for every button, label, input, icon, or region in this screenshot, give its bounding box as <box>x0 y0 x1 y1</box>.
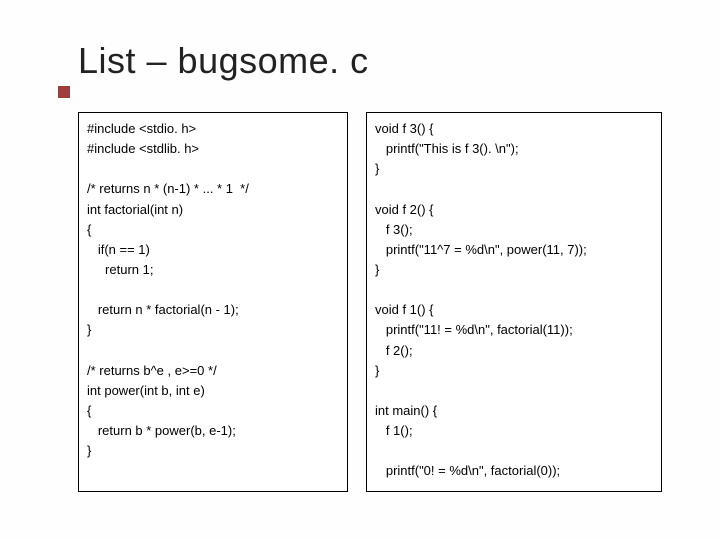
slide: List – bugsome. c #include <stdio. h> #i… <box>0 0 720 540</box>
accent-square-icon <box>58 86 70 98</box>
page-title: List – bugsome. c <box>78 40 369 82</box>
code-box-left: #include <stdio. h> #include <stdlib. h>… <box>78 112 348 492</box>
code-box-right: void f 3() { printf("This is f 3(). \n")… <box>366 112 662 492</box>
